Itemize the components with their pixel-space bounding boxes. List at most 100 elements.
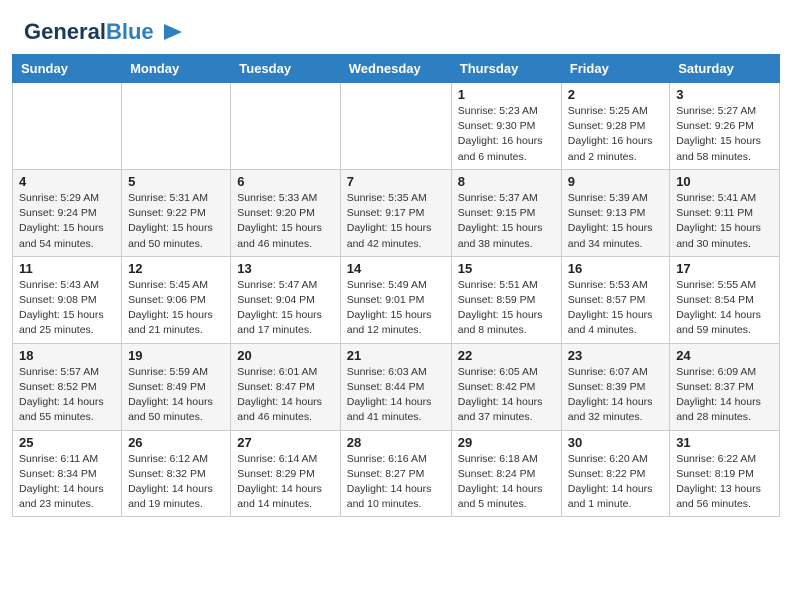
day-number: 18 — [19, 348, 115, 363]
day-number: 10 — [676, 174, 773, 189]
calendar-cell — [231, 83, 340, 170]
calendar-week-row: 1 Sunrise: 5:23 AM Sunset: 9:30 PM Daylig… — [13, 83, 780, 170]
day-of-week-header: Friday — [561, 55, 669, 83]
day-number: 9 — [568, 174, 663, 189]
day-number: 16 — [568, 261, 663, 276]
calendar-wrapper: SundayMondayTuesdayWednesdayThursdayFrid… — [0, 54, 792, 529]
calendar-cell: 27 Sunrise: 6:14 AM Sunset: 8:29 PM Dayli… — [231, 430, 340, 517]
day-number: 12 — [128, 261, 224, 276]
day-number: 6 — [237, 174, 333, 189]
calendar-cell: 14 Sunrise: 5:49 AM Sunset: 9:01 PM Dayli… — [340, 256, 451, 343]
calendar-cell: 6 Sunrise: 5:33 AM Sunset: 9:20 PM Daylig… — [231, 169, 340, 256]
page-header: GeneralBlue — [0, 0, 792, 54]
calendar-cell: 26 Sunrise: 6:12 AM Sunset: 8:32 PM Dayli… — [122, 430, 231, 517]
calendar-cell: 25 Sunrise: 6:11 AM Sunset: 8:34 PM Dayli… — [13, 430, 122, 517]
calendar-cell: 12Sunrise: 5:45 AM Sunset: 9:06 PM Dayli… — [122, 256, 231, 343]
day-info: Sunrise: 5:25 AM Sunset: 9:28 PM Dayligh… — [568, 104, 663, 165]
calendar-cell — [122, 83, 231, 170]
day-number: 31 — [676, 435, 773, 450]
day-info: Sunrise: 6:01 AM Sunset: 8:47 PM Dayligh… — [237, 365, 333, 426]
day-number: 17 — [676, 261, 773, 276]
calendar-cell: 5 Sunrise: 5:31 AM Sunset: 9:22 PM Daylig… — [122, 169, 231, 256]
calendar-cell: 18 Sunrise: 5:57 AM Sunset: 8:52 PM Dayli… — [13, 343, 122, 430]
calendar-week-row: 25 Sunrise: 6:11 AM Sunset: 8:34 PM Dayli… — [13, 430, 780, 517]
day-number: 21 — [347, 348, 445, 363]
calendar-cell: 13 Sunrise: 5:47 AM Sunset: 9:04 PM Dayli… — [231, 256, 340, 343]
calendar-cell: 8Sunrise: 5:37 AM Sunset: 9:15 PM Daylig… — [451, 169, 561, 256]
day-info: Sunrise: 5:59 AM Sunset: 8:49 PM Dayligh… — [128, 365, 224, 426]
day-info: Sunrise: 5:31 AM Sunset: 9:22 PM Dayligh… — [128, 191, 224, 252]
day-info: Sunrise: 6:09 AM Sunset: 8:37 PM Dayligh… — [676, 365, 773, 426]
day-number: 23 — [568, 348, 663, 363]
day-number: 25 — [19, 435, 115, 450]
day-info: Sunrise: 5:55 AM Sunset: 8:54 PM Dayligh… — [676, 278, 773, 339]
day-of-week-header: Tuesday — [231, 55, 340, 83]
logo: GeneralBlue — [24, 18, 184, 46]
day-number: 1 — [458, 87, 555, 102]
day-number: 29 — [458, 435, 555, 450]
calendar-cell: 19 Sunrise: 5:59 AM Sunset: 8:49 PM Dayli… — [122, 343, 231, 430]
day-info: Sunrise: 5:27 AM Sunset: 9:26 PM Dayligh… — [676, 104, 773, 165]
day-number: 14 — [347, 261, 445, 276]
day-info: Sunrise: 6:07 AM Sunset: 8:39 PM Dayligh… — [568, 365, 663, 426]
day-info: Sunrise: 5:33 AM Sunset: 9:20 PM Dayligh… — [237, 191, 333, 252]
day-info: Sunrise: 6:12 AM Sunset: 8:32 PM Dayligh… — [128, 452, 224, 513]
day-info: Sunrise: 5:47 AM Sunset: 9:04 PM Dayligh… — [237, 278, 333, 339]
day-number: 4 — [19, 174, 115, 189]
day-number: 11 — [19, 261, 115, 276]
calendar-cell: 29 Sunrise: 6:18 AM Sunset: 8:24 PM Dayli… — [451, 430, 561, 517]
calendar-cell: 7 Sunrise: 5:35 AM Sunset: 9:17 PM Daylig… — [340, 169, 451, 256]
day-info: Sunrise: 5:23 AM Sunset: 9:30 PM Dayligh… — [458, 104, 555, 165]
day-of-week-header: Wednesday — [340, 55, 451, 83]
day-of-week-header: Saturday — [670, 55, 780, 83]
day-info: Sunrise: 5:41 AM Sunset: 9:11 PM Dayligh… — [676, 191, 773, 252]
day-number: 26 — [128, 435, 224, 450]
day-info: Sunrise: 5:39 AM Sunset: 9:13 PM Dayligh… — [568, 191, 663, 252]
calendar-header-row: SundayMondayTuesdayWednesdayThursdayFrid… — [13, 55, 780, 83]
day-number: 19 — [128, 348, 224, 363]
calendar-cell: 23 Sunrise: 6:07 AM Sunset: 8:39 PM Dayli… — [561, 343, 669, 430]
day-of-week-header: Thursday — [451, 55, 561, 83]
day-number: 15 — [458, 261, 555, 276]
calendar-cell: 15 Sunrise: 5:51 AM Sunset: 8:59 PM Dayli… — [451, 256, 561, 343]
calendar-cell: 20Sunrise: 6:01 AM Sunset: 8:47 PM Dayli… — [231, 343, 340, 430]
calendar-cell — [13, 83, 122, 170]
day-info: Sunrise: 5:49 AM Sunset: 9:01 PM Dayligh… — [347, 278, 445, 339]
day-info: Sunrise: 6:22 AM Sunset: 8:19 PM Dayligh… — [676, 452, 773, 513]
calendar-cell: 11Sunrise: 5:43 AM Sunset: 9:08 PM Dayli… — [13, 256, 122, 343]
day-info: Sunrise: 6:18 AM Sunset: 8:24 PM Dayligh… — [458, 452, 555, 513]
day-info: Sunrise: 5:37 AM Sunset: 9:15 PM Dayligh… — [458, 191, 555, 252]
calendar-cell: 4 Sunrise: 5:29 AM Sunset: 9:24 PM Daylig… — [13, 169, 122, 256]
logo-text: GeneralBlue — [24, 20, 154, 44]
calendar-cell: 3 Sunrise: 5:27 AM Sunset: 9:26 PM Daylig… — [670, 83, 780, 170]
day-info: Sunrise: 5:35 AM Sunset: 9:17 PM Dayligh… — [347, 191, 445, 252]
calendar-cell: 1 Sunrise: 5:23 AM Sunset: 9:30 PM Daylig… — [451, 83, 561, 170]
day-info: Sunrise: 5:51 AM Sunset: 8:59 PM Dayligh… — [458, 278, 555, 339]
day-number: 5 — [128, 174, 224, 189]
day-info: Sunrise: 5:29 AM Sunset: 9:24 PM Dayligh… — [19, 191, 115, 252]
calendar-cell: 16 Sunrise: 5:53 AM Sunset: 8:57 PM Dayli… — [561, 256, 669, 343]
day-of-week-header: Sunday — [13, 55, 122, 83]
calendar-cell: 2 Sunrise: 5:25 AM Sunset: 9:28 PM Daylig… — [561, 83, 669, 170]
day-number: 3 — [676, 87, 773, 102]
calendar-week-row: 18 Sunrise: 5:57 AM Sunset: 8:52 PM Dayli… — [13, 343, 780, 430]
day-info: Sunrise: 6:14 AM Sunset: 8:29 PM Dayligh… — [237, 452, 333, 513]
day-number: 2 — [568, 87, 663, 102]
calendar-cell: 28Sunrise: 6:16 AM Sunset: 8:27 PM Dayli… — [340, 430, 451, 517]
calendar-cell — [340, 83, 451, 170]
logo-icon — [156, 18, 184, 46]
day-number: 22 — [458, 348, 555, 363]
day-info: Sunrise: 6:11 AM Sunset: 8:34 PM Dayligh… — [19, 452, 115, 513]
calendar-week-row: 4 Sunrise: 5:29 AM Sunset: 9:24 PM Daylig… — [13, 169, 780, 256]
day-info: Sunrise: 5:53 AM Sunset: 8:57 PM Dayligh… — [568, 278, 663, 339]
calendar-cell: 22Sunrise: 6:05 AM Sunset: 8:42 PM Dayli… — [451, 343, 561, 430]
calendar-table: SundayMondayTuesdayWednesdayThursdayFrid… — [12, 54, 780, 517]
calendar-cell: 24Sunrise: 6:09 AM Sunset: 8:37 PM Dayli… — [670, 343, 780, 430]
calendar-cell: 10 Sunrise: 5:41 AM Sunset: 9:11 PM Dayli… — [670, 169, 780, 256]
day-number: 13 — [237, 261, 333, 276]
day-number: 27 — [237, 435, 333, 450]
day-number: 30 — [568, 435, 663, 450]
day-number: 7 — [347, 174, 445, 189]
calendar-cell: 31 Sunrise: 6:22 AM Sunset: 8:19 PM Dayli… — [670, 430, 780, 517]
day-info: Sunrise: 5:57 AM Sunset: 8:52 PM Dayligh… — [19, 365, 115, 426]
